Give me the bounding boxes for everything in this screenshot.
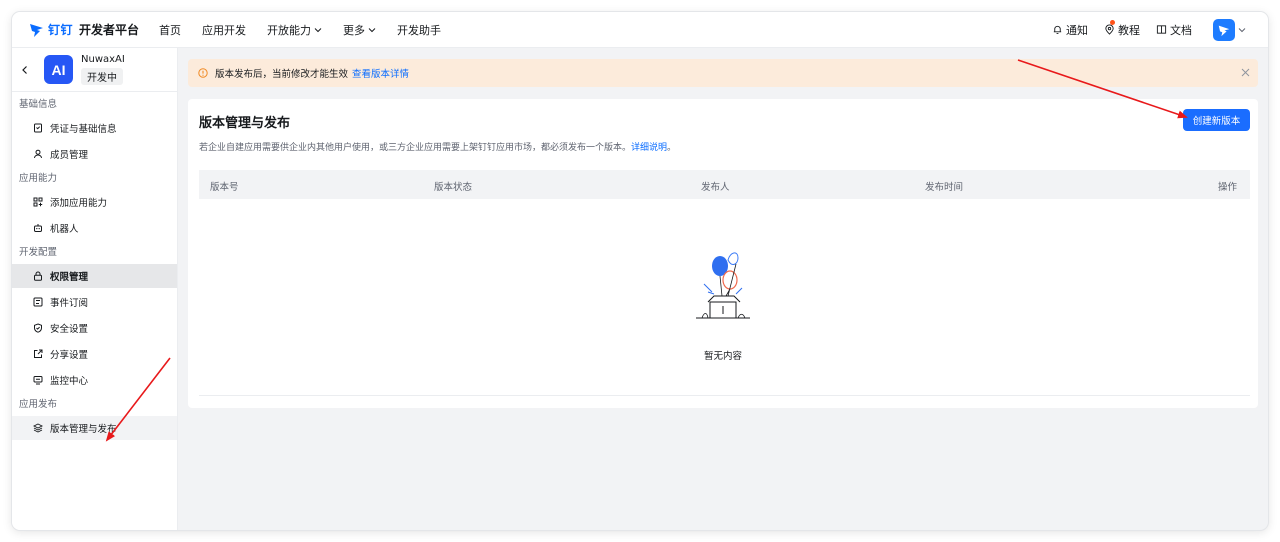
sidebar-item-label: 成员管理 [50,150,89,161]
page-title: 版本管理与发布 [199,116,291,131]
column-header-publish-time: 发布时间 [925,182,964,193]
version-table-header: 版本号 版本状态 发布人 发布时间 操作 [199,170,1250,199]
column-header-publisher: 发布人 [701,182,730,193]
sidebar-item-permissions[interactable]: 权限管理 [12,264,177,288]
sidebar-item-label: 机器人 [50,224,79,235]
shield-icon [34,323,42,333]
sidebar-item-label: 版本管理与发布 [50,424,117,435]
close-icon[interactable] [1241,68,1250,77]
app-header: AI NuwaxAI 开发中 [12,48,177,92]
brand[interactable]: 钉钉 开发者平台 [29,21,139,38]
sidebar-item-credentials[interactable]: 凭证与基础信息 [12,116,177,140]
nav-more[interactable]: 更多 [343,22,376,38]
sidebar-item-label: 添加应用能力 [50,198,108,209]
top-right-actions: 通知 教程 文档 [1036,18,1246,41]
sidebar-item-events[interactable]: 事件订阅 [12,290,177,314]
empty-state-text: 暂无内容 [703,351,742,362]
app-window: 钉钉 开发者平台 首页 应用开发 开放能力 更多 开发助手 通知 教程 文档 A… [12,12,1268,530]
empty-box-balloons-icon [696,252,750,319]
sidebar-item-label: 分享设置 [50,350,89,361]
chevron-down-icon[interactable] [1238,26,1246,34]
nav-open-capability[interactable]: 开放能力 [267,22,322,38]
monitor-icon [33,376,43,385]
divider [199,395,1250,396]
empty-state: 暂无内容 [188,244,1258,362]
nav-home[interactable]: 首页 [159,22,181,38]
nav-dev-assistant[interactable]: 开发助手 [397,22,441,38]
sidebar-item-monitor[interactable]: 监控中心 [12,368,177,392]
sidebar-item-label: 安全设置 [50,324,89,335]
nav-more-label: 更多 [343,23,366,37]
main-content: 版本发布后，当前修改才能生效 查看版本详情 版本管理与发布 若企业自建应用需要供… [178,48,1268,530]
main-nav: 首页 应用开发 开放能力 更多 开发助手 [159,22,462,38]
brand-name: 钉钉 [48,23,74,37]
notice-banner: 版本发布后，当前修改才能生效 查看版本详情 [188,59,1258,87]
app-name: NuwaxAI [81,54,125,65]
chevron-down-icon [314,27,322,32]
create-version-button[interactable]: 创建新版本 [1183,109,1250,131]
page-description-text: 若企业自建应用需要供企业内其他用户使用，或三方企业应用需要上架钉钉应用市场，都必… [199,143,632,153]
nav-dev-assistant-label: 开发助手 [397,23,442,37]
nav-open-capability-label: 开放能力 [267,23,312,37]
chevron-down-icon [368,27,376,32]
nav-home-label: 首页 [159,23,182,37]
user-avatar[interactable] [1213,18,1235,41]
sidebar-item-share[interactable]: 分享设置 [12,342,177,366]
lock-icon [34,271,42,281]
warning-icon [198,68,208,78]
group-title-dev-config: 开发配置 [19,247,58,258]
sidebar-item-version-publish[interactable]: 版本管理与发布 [12,416,177,440]
sidebar-item-robot[interactable]: 机器人 [12,216,177,240]
docs-label: 文档 [1170,23,1192,37]
layers-icon [33,423,43,433]
bell-icon [1053,25,1062,34]
group-title-basic: 基础信息 [19,99,58,110]
robot-icon [34,224,42,232]
page-description-tail: 。 [667,143,677,153]
notice-text: 版本发布后，当前修改才能生效 [215,69,349,80]
sidebar-item-label: 凭证与基础信息 [50,124,117,135]
column-header-actions: 操作 [1217,182,1237,193]
event-icon [33,297,43,307]
sidebar-item-label: 事件订阅 [50,298,89,309]
docs-link[interactable]: 文档 [1156,22,1192,38]
sidebar-item-members[interactable]: 成员管理 [12,142,177,166]
tutorial-link[interactable]: 教程 [1104,19,1140,38]
app-logo-text: AI [51,61,66,78]
sidebar: AI NuwaxAI 开发中 基础信息 凭证与基础信息 成员管理 应用能力 添加… [12,48,178,530]
notify-link[interactable]: 通知 [1052,22,1088,38]
top-nav-bar: 钉钉 开发者平台 首页 应用开发 开放能力 更多 开发助手 通知 教程 文档 [12,12,1268,48]
group-title-capability: 应用能力 [19,173,58,184]
dingtalk-logo-icon [30,23,43,37]
column-header-status: 版本状态 [434,182,473,193]
credential-icon [34,123,42,133]
book-icon [1156,25,1167,34]
view-version-details-link[interactable]: 查看版本详情 [352,66,409,80]
detail-link[interactable]: 详细说明 [631,143,667,153]
sidebar-item-label: 权限管理 [50,272,89,283]
sidebar-item-security[interactable]: 安全设置 [12,316,177,340]
app-info: NuwaxAI 开发中 [81,54,125,85]
page-description: 若企业自建应用需要供企业内其他用户使用，或三方企业应用需要上架钉钉应用市场，都必… [199,140,676,153]
group-title-publish: 应用发布 [19,399,58,410]
tutorial-label: 教程 [1118,23,1140,37]
notify-label: 通知 [1066,23,1088,37]
nav-app-dev[interactable]: 应用开发 [202,22,246,38]
column-header-version: 版本号 [210,182,239,193]
app-logo: AI [44,55,73,84]
user-icon [34,149,42,159]
location-pin-icon [1105,24,1114,35]
version-card: 版本管理与发布 若企业自建应用需要供企业内其他用户使用，或三方企业应用需要上架钉… [188,99,1258,408]
nav-app-dev-label: 应用开发 [202,23,247,37]
unread-dot [1110,19,1115,25]
grid-plus-icon [33,197,43,207]
dingtalk-avatar-icon [1218,25,1230,36]
app-status-badge: 开发中 [81,68,123,85]
brand-subtitle: 开发者平台 [79,23,140,37]
sidebar-item-label: 监控中心 [50,376,89,387]
back-arrow-icon[interactable] [20,65,30,75]
sidebar-item-add-capability[interactable]: 添加应用能力 [12,190,177,214]
share-icon [34,349,43,358]
